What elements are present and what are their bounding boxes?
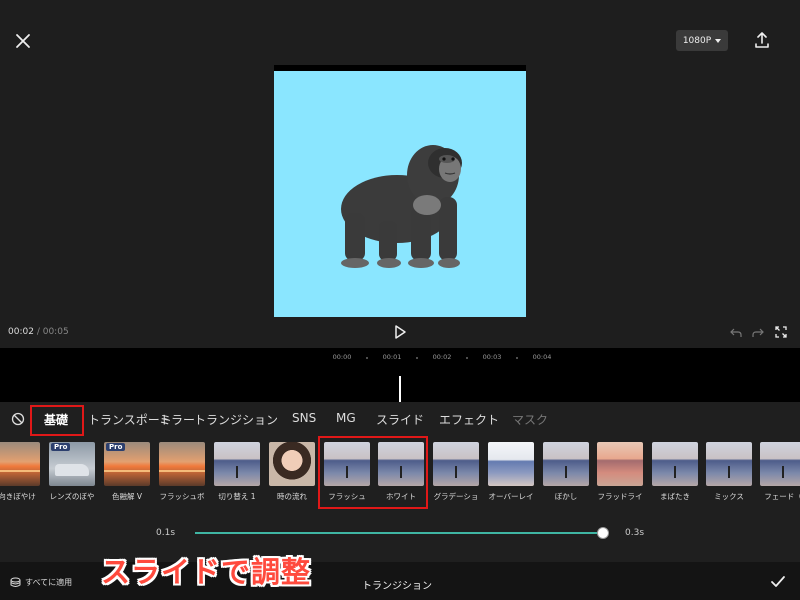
- effect-item[interactable]: フェード（: [760, 442, 800, 502]
- export-icon[interactable]: [752, 30, 772, 50]
- pro-badge: Pro: [51, 443, 71, 451]
- tab-mirror[interactable]: ミラー: [159, 411, 195, 428]
- layers-icon: [10, 577, 21, 587]
- effect-label: 色融解 V: [111, 492, 142, 501]
- total-time: 00:05: [42, 327, 69, 337]
- apply-all-label: すべてに適用: [25, 578, 73, 587]
- ruler-label: 00:02: [432, 353, 452, 361]
- effect-thumbnail: [597, 442, 643, 486]
- ruler-label: 00:00: [332, 353, 352, 361]
- effect-item[interactable]: ミックス: [706, 442, 752, 502]
- redo-icon[interactable]: [752, 326, 764, 338]
- effect-thumbnail: Pro: [49, 442, 95, 486]
- resolution-button[interactable]: 1080P: [676, 30, 728, 51]
- timeline[interactable]: 00:00 00:01 00:02 00:03 00:04: [0, 348, 800, 402]
- duration-max-label: 0.3s: [625, 528, 645, 538]
- time-separator: /: [36, 327, 40, 337]
- effect-label: グラデーショ: [433, 492, 479, 501]
- ruler-dot: [466, 357, 468, 359]
- apply-all-button[interactable]: すべてに適用: [10, 577, 72, 588]
- effect-thumbnail: [269, 442, 315, 486]
- current-time: 00:02: [8, 327, 34, 337]
- effect-thumbnail: Pro: [104, 442, 150, 486]
- caret-down-icon: [715, 38, 722, 43]
- resolution-label: 1080P: [682, 35, 712, 46]
- effect-item[interactable]: Pro 色融解 V: [104, 442, 150, 502]
- effect-item[interactable]: 切り替え 1: [214, 442, 260, 502]
- ruler-dot: [416, 357, 418, 359]
- effect-label: フラッドライ: [597, 492, 643, 501]
- tab-sns[interactable]: SNS: [292, 411, 316, 425]
- effect-item[interactable]: まばたき: [652, 442, 698, 502]
- effect-thumbnail: [706, 442, 752, 486]
- pro-badge: Pro: [106, 443, 126, 451]
- effect-thumbnail: [543, 442, 589, 486]
- no-transition-icon[interactable]: [11, 412, 25, 426]
- ruler-label: 00:04: [532, 353, 552, 361]
- fullscreen-icon[interactable]: [775, 326, 787, 338]
- check-icon[interactable]: [770, 574, 786, 590]
- tab-slide[interactable]: スライド: [376, 411, 424, 428]
- effect-item[interactable]: ぼかし: [543, 442, 589, 502]
- preview-area: 1080P 00:02 / 00:05: [0, 0, 800, 348]
- effect-item[interactable]: Pro レンズのぼや: [49, 442, 95, 502]
- effect-label: 切り替え 1: [218, 492, 256, 501]
- playhead[interactable]: [399, 376, 401, 402]
- ruler-dot: [516, 357, 518, 359]
- effect-item[interactable]: オーバーレイ: [488, 442, 534, 502]
- gorilla-image: [341, 145, 462, 268]
- effect-thumbnail: [214, 442, 260, 486]
- video-canvas: [274, 65, 526, 317]
- ruler-label: 00:01: [382, 353, 402, 361]
- effect-label: まばたき: [660, 492, 690, 501]
- duration-slider-thumb[interactable]: [597, 527, 609, 539]
- effect-label: フラッシュボ: [159, 492, 205, 501]
- effect-thumbnail: [0, 442, 40, 486]
- effect-label: レンズのぼや: [49, 492, 95, 501]
- tab-effect[interactable]: エフェクト: [439, 411, 499, 428]
- panel-title: トランジション: [362, 581, 432, 592]
- tab-transition[interactable]: トランジション: [194, 411, 278, 428]
- tab-mask[interactable]: マスク: [512, 411, 548, 428]
- tab-mg[interactable]: MG: [336, 411, 356, 425]
- effect-label: オーバーレイ: [488, 492, 534, 501]
- effect-label: ぼかし: [554, 492, 578, 501]
- effect-item[interactable]: フラッシュボ: [159, 442, 205, 502]
- effect-item[interactable]: グラデーショ: [433, 442, 479, 502]
- effect-item[interactable]: 向きぼやけ: [0, 442, 40, 502]
- canvas-letterbox: [274, 65, 526, 71]
- duration-min-label: 0.1s: [156, 528, 176, 538]
- effect-label: 向きぼやけ: [0, 492, 36, 501]
- effect-label: 時の流れ: [277, 492, 307, 501]
- effect-label: フェード（: [764, 492, 800, 501]
- duration-slider-track[interactable]: [195, 532, 603, 534]
- effect-thumbnail: [159, 442, 205, 486]
- annotation-caption: スライドで調整: [101, 555, 312, 589]
- play-icon[interactable]: [392, 324, 408, 340]
- ruler-label: 00:03: [482, 353, 502, 361]
- close-icon[interactable]: [12, 30, 34, 52]
- effect-item[interactable]: 時の流れ: [269, 442, 315, 502]
- effect-item[interactable]: フラッドライ: [597, 442, 643, 502]
- time-display: 00:02 / 00:05: [8, 327, 69, 337]
- transition-category-tabs: 基礎 トランスポート ミラー トランジション SNS MG スライド エフェクト…: [0, 402, 800, 436]
- effect-thumbnail: [488, 442, 534, 486]
- effect-label: ミックス: [714, 492, 744, 501]
- effect-thumbnail: [760, 442, 800, 486]
- effect-thumbnail: [652, 442, 698, 486]
- timeline-ruler: 00:00 00:01 00:02 00:03 00:04: [0, 353, 800, 365]
- undo-icon[interactable]: [730, 326, 742, 338]
- effects-highlight-box: [318, 436, 428, 509]
- effect-thumbnail: [433, 442, 479, 486]
- ruler-dot: [366, 357, 368, 359]
- tab-highlight-box: [30, 405, 84, 436]
